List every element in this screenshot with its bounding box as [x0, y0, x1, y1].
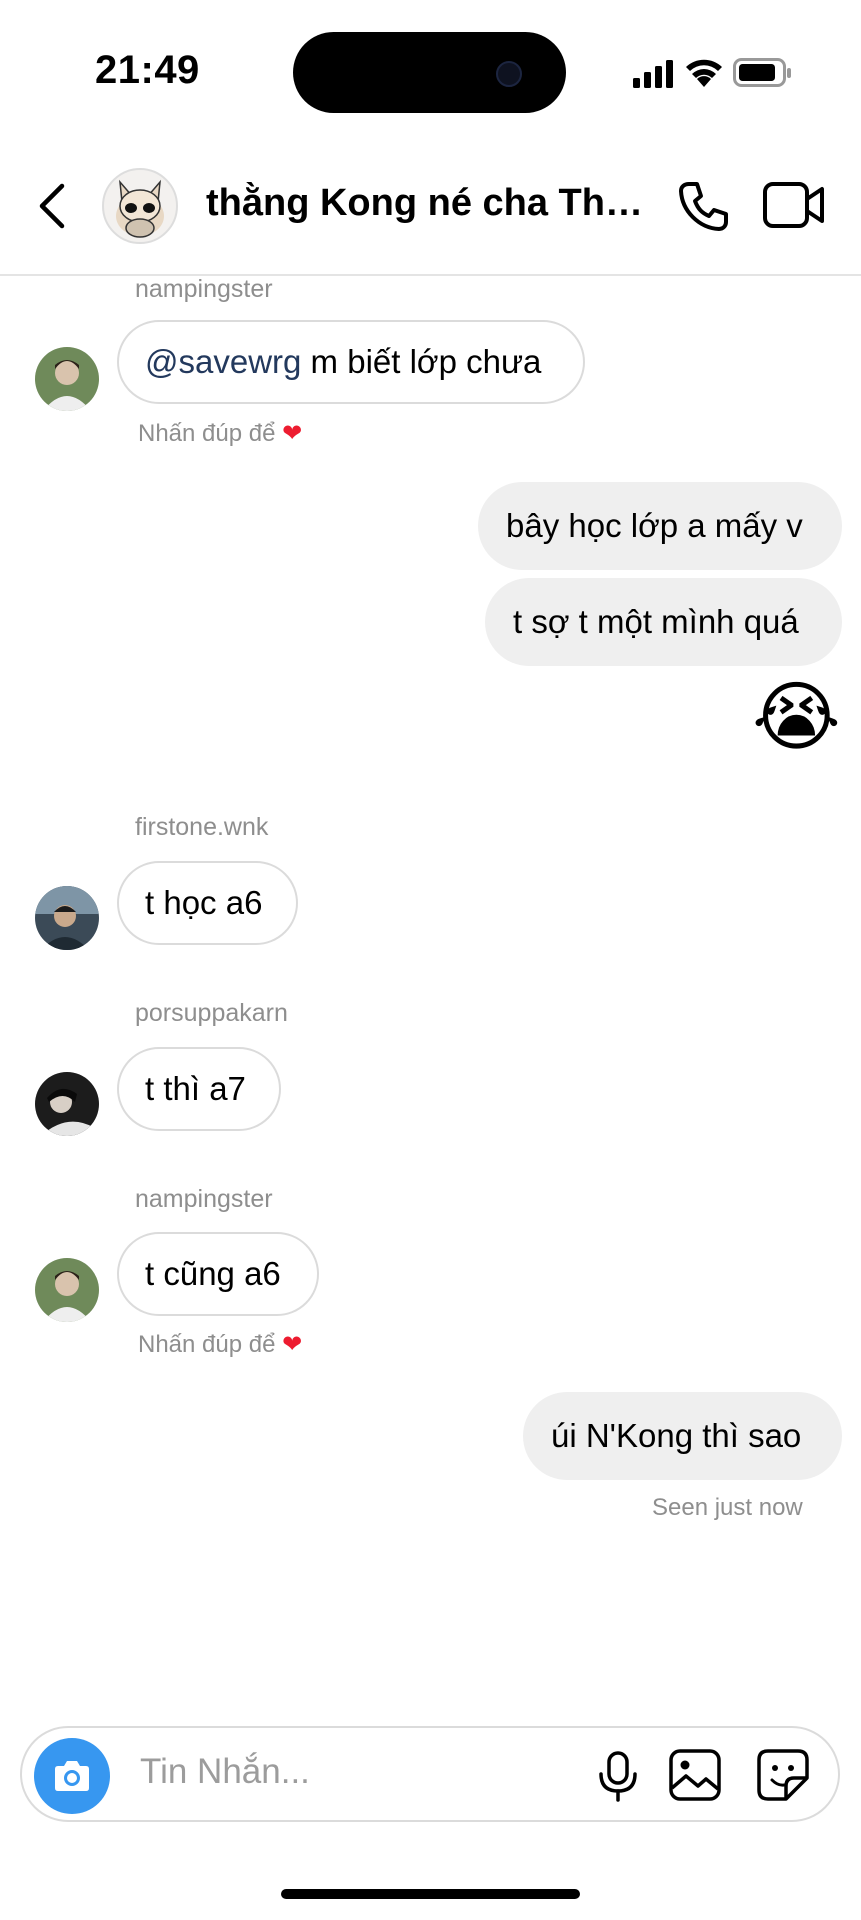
sender-name: porsuppakarn	[135, 999, 288, 1027]
message-bubble[interactable]: t cũng a6	[117, 1232, 319, 1316]
microphone-icon[interactable]	[596, 1750, 640, 1802]
avatar[interactable]	[35, 886, 99, 950]
front-camera-icon	[496, 61, 522, 87]
hint-text: Nhấn đúp để	[138, 420, 276, 447]
back-chevron-icon[interactable]	[30, 178, 74, 234]
message-bubble[interactable]: t thì a7	[117, 1047, 281, 1131]
wifi-icon	[686, 59, 722, 87]
message-text: úi N'Kong thì sao	[551, 1417, 802, 1454]
sender-name: firstone.wnk	[135, 813, 269, 841]
message-text: m biết lớp chưa	[301, 343, 542, 380]
message-bubble-outgoing[interactable]: úi N'Kong thì sao	[523, 1392, 842, 1480]
sticker-icon[interactable]	[756, 1748, 810, 1802]
mention-link[interactable]: @savewrg	[145, 343, 301, 381]
message-text: t sợ t một mình quá	[513, 603, 799, 640]
camera-button[interactable]	[34, 1738, 110, 1814]
chat-title[interactable]: thằng Kong né cha Tho...	[206, 182, 646, 225]
double-tap-hint: Nhấn đúp để ❤	[138, 1330, 302, 1359]
group-avatar[interactable]	[102, 168, 178, 244]
video-icon[interactable]	[763, 180, 825, 230]
seen-status: Seen just now	[652, 1494, 803, 1521]
message-bubble-outgoing[interactable]: bây học lớp a mấy v	[478, 482, 842, 570]
cellular-signal-icon	[633, 60, 673, 88]
battery-icon	[733, 58, 791, 87]
sender-name: nampingster	[135, 275, 273, 303]
message-text: t thì a7	[145, 1070, 246, 1107]
avatar[interactable]	[35, 347, 99, 411]
message-text: bây học lớp a mấy v	[506, 507, 803, 544]
sender-name: nampingster	[135, 1185, 273, 1213]
message-text: t học a6	[145, 884, 263, 921]
home-indicator[interactable]	[281, 1889, 580, 1899]
dynamic-island	[293, 32, 566, 113]
crying-emoji[interactable]: 😭	[752, 674, 841, 762]
message-input[interactable]: Tin Nhắn...	[140, 1752, 310, 1792]
hint-text: Nhấn đúp để	[138, 1331, 276, 1358]
cartoon-avatar-icon	[116, 179, 164, 238]
avatar[interactable]	[35, 1258, 99, 1322]
message-bubble-outgoing[interactable]: t sợ t một mình quá	[485, 578, 842, 666]
heart-icon: ❤	[282, 1331, 303, 1358]
phone-icon[interactable]	[675, 178, 731, 234]
message-text: t cũng a6	[145, 1255, 281, 1292]
avatar[interactable]	[35, 1072, 99, 1136]
gallery-icon[interactable]	[668, 1748, 722, 1802]
header-divider	[0, 274, 861, 276]
double-tap-hint: Nhấn đúp để ❤	[138, 419, 302, 448]
message-bubble[interactable]: t học a6	[117, 861, 298, 945]
heart-icon: ❤	[282, 420, 303, 447]
message-bubble[interactable]: @savewrg m biết lớp chưa	[117, 320, 585, 404]
status-time: 21:49	[95, 48, 200, 92]
camera-icon	[55, 1761, 89, 1791]
